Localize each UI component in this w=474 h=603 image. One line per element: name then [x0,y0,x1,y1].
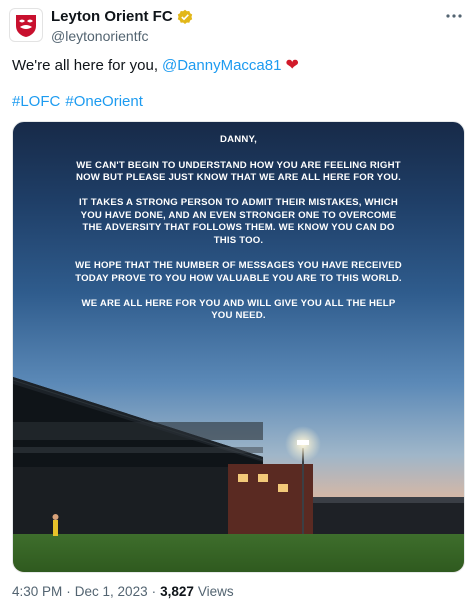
tweet-image[interactable]: DANNY, WE CAN'T BEGIN TO UNDERSTAND HOW … [12,121,465,573]
user-handle[interactable]: @leytonorientfc [51,28,148,44]
tweet-meta: 4:30 PM · Dec 1, 2023 · 3,827 Views [12,584,234,599]
meta-separator: · [151,584,157,599]
name-row: Leyton Orient FC [51,8,193,25]
more-options-button[interactable] [442,6,466,26]
views-label: Views [197,584,234,599]
message-letter: DANNY, WE CAN'T BEGIN TO UNDERSTAND HOW … [13,134,464,336]
avatar[interactable] [9,8,43,42]
mention-link[interactable]: @DannyMacca81 [162,57,281,74]
verified-badge-icon [177,9,192,24]
views-count: 3,827 [160,584,194,599]
letter-salutation: DANNY, [220,134,257,145]
letter-paragraph: IT TAKES A STRONG PERSON TO ADMIT THEIR … [78,197,399,247]
hashtag-row: #LOFC #OneOrient [12,93,143,110]
heart-emoji: ❤ [285,57,299,74]
letter-paragraph: WE HOPE THAT THE NUMBER OF MESSAGES YOU … [75,260,402,284]
tweet-time[interactable]: 4:30 PM [12,584,62,599]
tweet-text: We're all here for you, @DannyMacca81 ❤ [12,55,299,75]
club-crest-icon [16,15,36,37]
hashtag-link-lofc[interactable]: #LOFC [12,93,60,110]
meta-separator: · [66,584,71,599]
tweet-card: Leyton Orient FC @leytonorientfc We're a… [0,0,474,603]
letter-paragraph: WE ARE ALL HERE FOR YOU AND WILL GIVE YO… [81,297,396,322]
hashtag-link-oneorient[interactable]: #OneOrient [65,93,143,110]
tweet-text-prefix: We're all here for you, [12,56,158,74]
more-options-icon [446,14,462,18]
letter-paragraph: WE CAN'T BEGIN TO UNDERSTAND HOW YOU ARE… [75,159,402,184]
tweet-date[interactable]: Dec 1, 2023 [75,584,148,599]
display-name[interactable]: Leyton Orient FC [51,8,173,25]
